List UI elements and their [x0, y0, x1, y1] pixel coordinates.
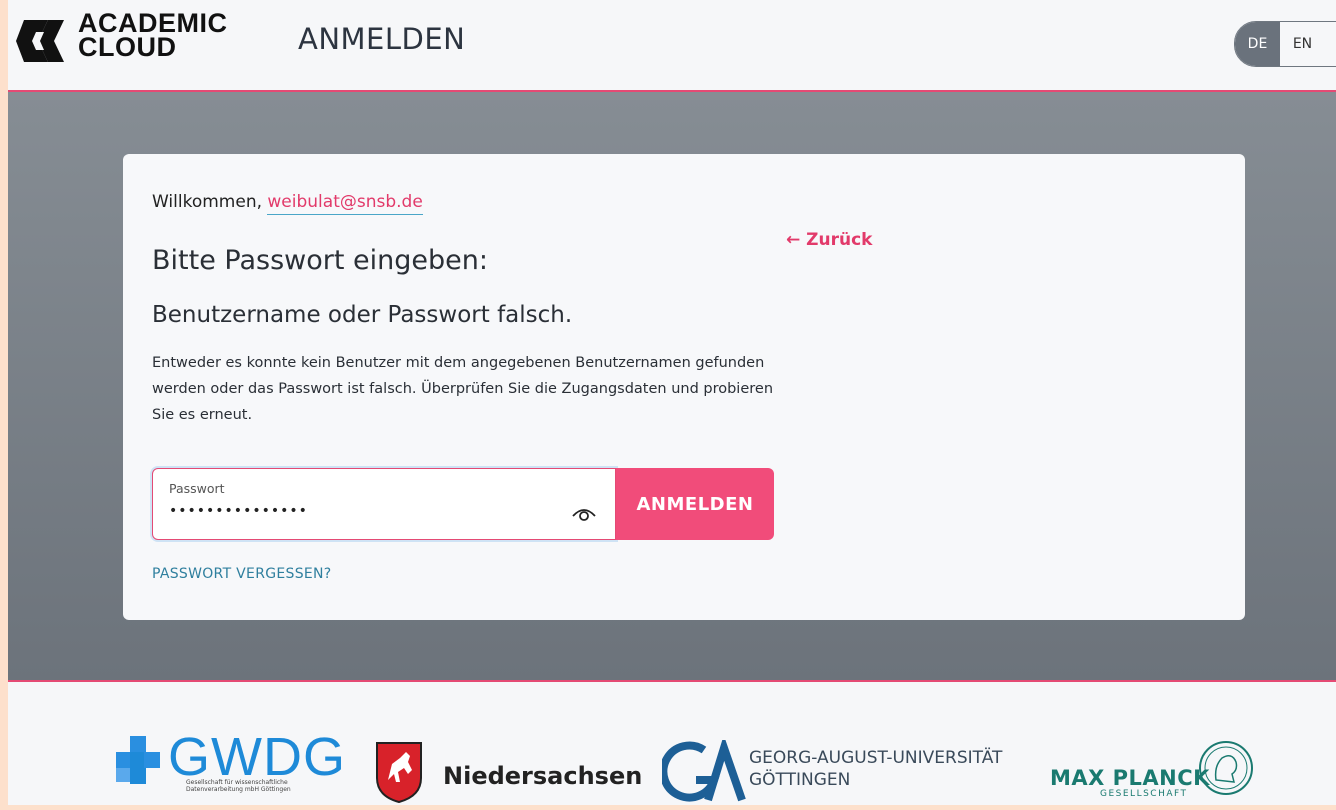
gwdg-subtitle-line-2: Datenverarbeitung mbH Göttingen — [186, 786, 291, 793]
footer: GWDG Gesellschaft für wissenschaftliche … — [8, 682, 1336, 805]
max-planck-wordmark: MAX PLANCK — [1050, 766, 1210, 790]
gwdg-logo[interactable]: GWDG Gesellschaft für wissenschaftliche … — [110, 727, 345, 804]
login-submit-button[interactable]: ANMELDEN — [616, 468, 774, 540]
password-label: Passwort — [169, 481, 225, 496]
max-planck-subtitle: GESELLSCHAFT — [1100, 789, 1188, 799]
academic-cloud-logo[interactable]: ACADEMIC CLOUD — [14, 10, 254, 72]
lang-en-button[interactable]: EN — [1280, 22, 1325, 66]
welcome-prefix: Willkommen, — [152, 192, 268, 212]
logo-line-2: CLOUD — [78, 32, 177, 62]
password-field[interactable]: Passwort ••••••••••••••• — [152, 468, 616, 540]
forgot-password-link[interactable]: PASSWORT VERGESSEN? — [152, 566, 332, 582]
show-password-eye-icon[interactable] — [571, 505, 597, 521]
goettingen-ga-icon — [662, 740, 746, 802]
logo-wordmark: ACADEMIC CLOUD — [78, 10, 228, 62]
page-title: ANMELDEN — [298, 22, 466, 56]
back-link[interactable]: ← Zurück — [786, 230, 872, 250]
gwdg-subtitle-line-1: Gesellschaft für wissenschaftliche — [186, 779, 288, 786]
page-frame: ACADEMIC CLOUD ANMELDEN DE EN Willkommen… — [8, 0, 1336, 805]
language-switcher: DE EN — [1234, 21, 1336, 67]
login-card: Willkommen, weibulat@snsb.de ← Zurück Bi… — [123, 154, 1245, 620]
password-input[interactable]: ••••••••••••••• — [169, 503, 308, 519]
minerva-emblem-icon — [1199, 741, 1253, 795]
lang-de-button[interactable]: DE — [1235, 22, 1280, 66]
user-email-link[interactable]: weibulat@snsb.de — [267, 192, 423, 215]
welcome-text: Willkommen, weibulat@snsb.de — [152, 192, 423, 215]
error-title: Benutzername oder Passwort falsch. — [152, 302, 573, 328]
academic-cloud-logo-icon — [16, 20, 64, 62]
gwdg-mark-icon — [116, 736, 160, 784]
main-area: Willkommen, weibulat@snsb.de ← Zurück Bi… — [8, 92, 1336, 682]
niedersachsen-crest-icon — [376, 742, 422, 804]
gwdg-subtitle: Gesellschaft für wissenschaftliche Daten… — [186, 779, 291, 793]
niedersachsen-logo[interactable]: Niedersachsen — [366, 740, 642, 810]
password-heading: Bitte Passwort eingeben: — [152, 245, 488, 276]
niedersachsen-wordmark: Niedersachsen — [443, 762, 643, 790]
error-description: Entweder es konnte kein Benutzer mit dem… — [152, 355, 774, 423]
header: ACADEMIC CLOUD ANMELDEN DE EN — [8, 0, 1336, 92]
goettingen-line-2: GÖTTINGEN — [749, 770, 851, 790]
goettingen-university-logo[interactable]: GEORG-AUGUST-UNIVERSITÄT GÖTTINGEN — [658, 740, 1018, 810]
max-planck-logo[interactable]: MAX PLANCK GESELLSCHAFT — [1048, 740, 1268, 810]
goettingen-line-1: GEORG-AUGUST-UNIVERSITÄT — [749, 748, 1003, 768]
